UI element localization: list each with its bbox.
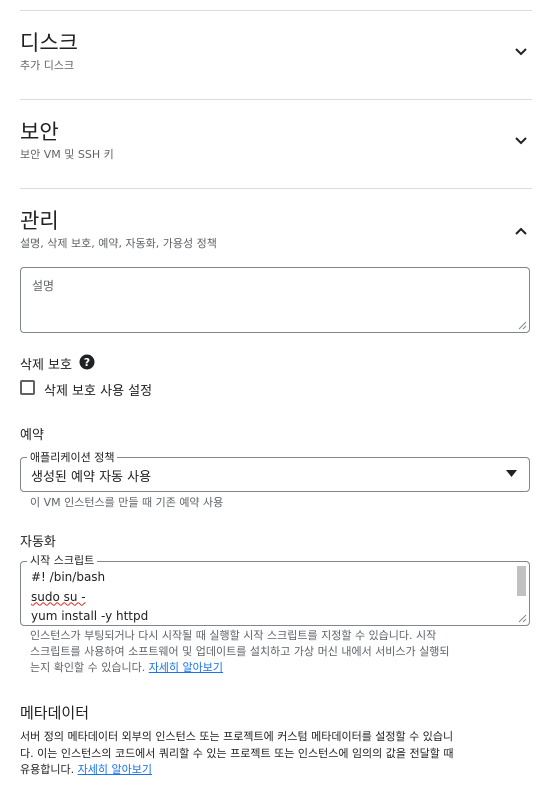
deletion-protection-checkbox[interactable] (20, 380, 35, 395)
automation-helper-line: 스크립트를 사용하여 소프트웨어 및 업데이트를 설치하고 가상 머신 내에서 … (30, 645, 450, 658)
deletion-protection-checkbox-label[interactable]: 삭제 보호 사용 설정 (44, 380, 152, 399)
metadata-description: 서버 정의 메타데이터 외부의 인스턴스 또는 프로젝트에 커스텀 메타데이터를… (20, 729, 540, 779)
reservation-heading: 예약 (20, 428, 44, 443)
security-subtitle: 보안 VM 및 SSH 키 (20, 148, 114, 161)
startup-script-textarea[interactable]: #! /bin/bash sudo su - yum install -y ht… (20, 561, 530, 626)
management-title: 관리 (20, 209, 59, 233)
resize-handle-icon[interactable] (518, 614, 527, 623)
scrollbar-thumb[interactable] (517, 566, 526, 596)
automation-learn-more-link[interactable]: 자세히 알아보기 (149, 661, 223, 674)
application-policy-label: 애플리케이션 정책 (27, 449, 118, 465)
automation-helper: 인스턴스가 부팅되거나 다시 시작될 때 실행할 시작 스크립트를 지정할 수 … (30, 628, 450, 676)
disk-section-header[interactable]: 디스크 추가 디스크 (0, 11, 555, 99)
application-policy-value: 생성된 예약 자동 사용 (31, 470, 152, 485)
management-section-header[interactable]: 관리 설명, 삭제 보호, 예약, 자동화, 가용성 정책 (0, 189, 555, 261)
resize-handle-icon[interactable] (518, 321, 527, 330)
security-section-header[interactable]: 보안 보안 VM 및 SSH 키 (0, 100, 555, 188)
metadata-line: 유용합니다. (20, 763, 75, 776)
security-title: 보안 (20, 120, 59, 144)
help-icon[interactable]: ? (79, 354, 95, 370)
description-textarea[interactable]: 설명 (20, 267, 530, 333)
chevron-up-icon[interactable] (513, 223, 529, 239)
chevron-down-icon[interactable] (513, 44, 529, 60)
metadata-heading: 메타데이터 (20, 704, 90, 722)
disk-title: 디스크 (20, 31, 78, 55)
deletion-protection-label: 삭제 보호 (20, 358, 72, 373)
script-line: yum install -y httpd (31, 609, 149, 623)
description-placeholder: 설명 (32, 279, 55, 293)
startup-script-content: #! /bin/bash sudo su - yum install -y ht… (31, 568, 148, 627)
automation-helper-line: 는지 확인할 수 있습니다. (30, 661, 146, 674)
reservation-helper: 이 VM 인스턴스를 만들 때 기존 예약 사용 (30, 496, 224, 509)
metadata-line: 다. 이는 인스턴스의 코드에서 쿼리할 수 있는 프로젝트 또는 인스턴스에 … (20, 746, 454, 760)
management-subtitle: 설명, 삭제 보호, 예약, 자동화, 가용성 정책 (20, 237, 217, 250)
startup-script-label: 시작 스크립트 (27, 552, 98, 568)
script-line: sudo su - (31, 589, 86, 604)
disk-subtitle: 추가 디스크 (20, 59, 75, 72)
automation-helper-line: 인스턴스가 부팅되거나 다시 시작될 때 실행할 시작 스크립트를 지정할 수 … (30, 629, 437, 642)
metadata-learn-more-link[interactable]: 자세히 알아보기 (78, 763, 152, 776)
svg-text:?: ? (84, 356, 90, 369)
automation-heading: 자동화 (20, 535, 56, 550)
metadata-line: 서버 정의 메타데이터 외부의 인스턴스 또는 프로젝트에 커스텀 메타데이터를… (20, 730, 454, 743)
dropdown-arrow-icon[interactable] (506, 470, 517, 478)
chevron-down-icon[interactable] (513, 133, 529, 149)
script-line: #! /bin/bash (31, 570, 106, 584)
